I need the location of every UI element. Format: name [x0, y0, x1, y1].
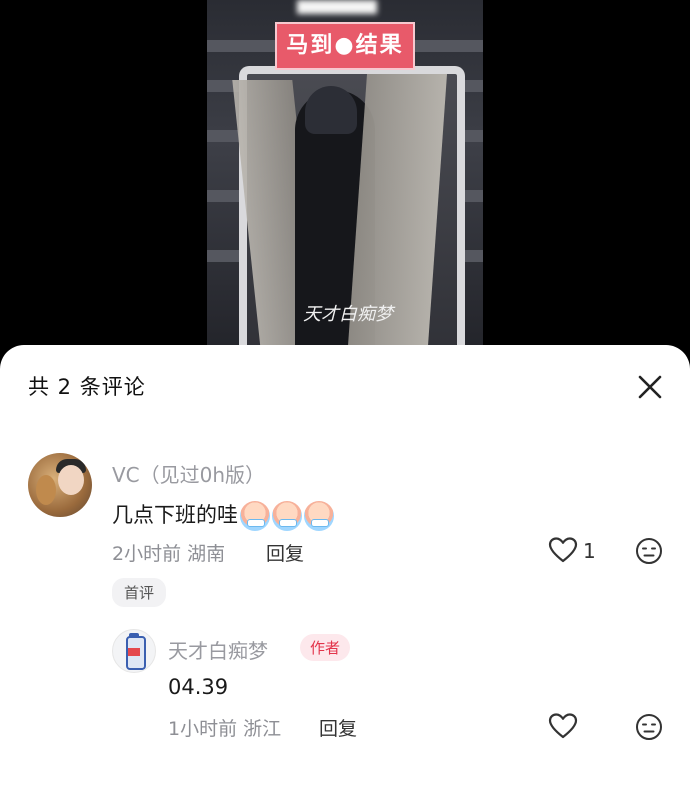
- person-hood: [305, 86, 357, 134]
- comment-count-title: 共 2 条评论: [28, 375, 146, 399]
- video-sign: 马到●结果: [275, 22, 415, 70]
- heart-icon[interactable]: [548, 712, 578, 744]
- meh-face-icon[interactable]: [635, 537, 663, 569]
- author-badge: 作者: [300, 634, 351, 661]
- reply-username[interactable]: 天才白痴梦: [168, 635, 268, 664]
- comment-text: 几点下班的哇: [112, 499, 334, 531]
- crying-emoji-icon: [240, 501, 270, 531]
- avatar[interactable]: [28, 453, 92, 517]
- first-comment-badge: 首评: [112, 578, 167, 607]
- meh-face-icon[interactable]: [635, 713, 663, 745]
- avatar-dog: [36, 475, 56, 505]
- reply-time: 1小时前: [168, 718, 238, 740]
- comment-text-content: 几点下班的哇: [112, 503, 238, 527]
- emoji-group: [240, 501, 334, 531]
- video-area[interactable]: 马到●结果 天才白痴梦: [0, 0, 690, 360]
- avatar-face: [58, 465, 84, 495]
- ceiling-light: [297, 0, 377, 14]
- comment-location: 湖南: [187, 543, 226, 565]
- crying-emoji-icon: [272, 501, 302, 531]
- video-frame[interactable]: 马到●结果 天才白痴梦: [207, 0, 483, 360]
- comment-sheet: 共 2 条评论 VC（见过0h版） 几点下班的哇 2小时前 湖南 回复 1 首评…: [0, 345, 690, 794]
- reply-button[interactable]: 回复: [266, 539, 304, 566]
- like-count: 1: [583, 539, 596, 563]
- heart-icon[interactable]: [548, 536, 578, 568]
- comment-username[interactable]: VC（见过0h版）: [112, 459, 265, 488]
- author-avatar[interactable]: [112, 629, 156, 673]
- reply-text: 04.39: [168, 675, 229, 699]
- video-watermark: 天才白痴梦: [303, 304, 393, 325]
- comment-time: 2小时前: [112, 543, 182, 565]
- bottle-label: [128, 648, 140, 656]
- crying-emoji-icon: [304, 501, 334, 531]
- comment-meta: 2小时前 湖南: [112, 539, 225, 566]
- reply-location: 浙江: [243, 718, 282, 740]
- reply-button[interactable]: 回复: [319, 714, 357, 741]
- reply-meta: 1小时前 浙江: [168, 714, 281, 741]
- close-icon[interactable]: [636, 373, 664, 401]
